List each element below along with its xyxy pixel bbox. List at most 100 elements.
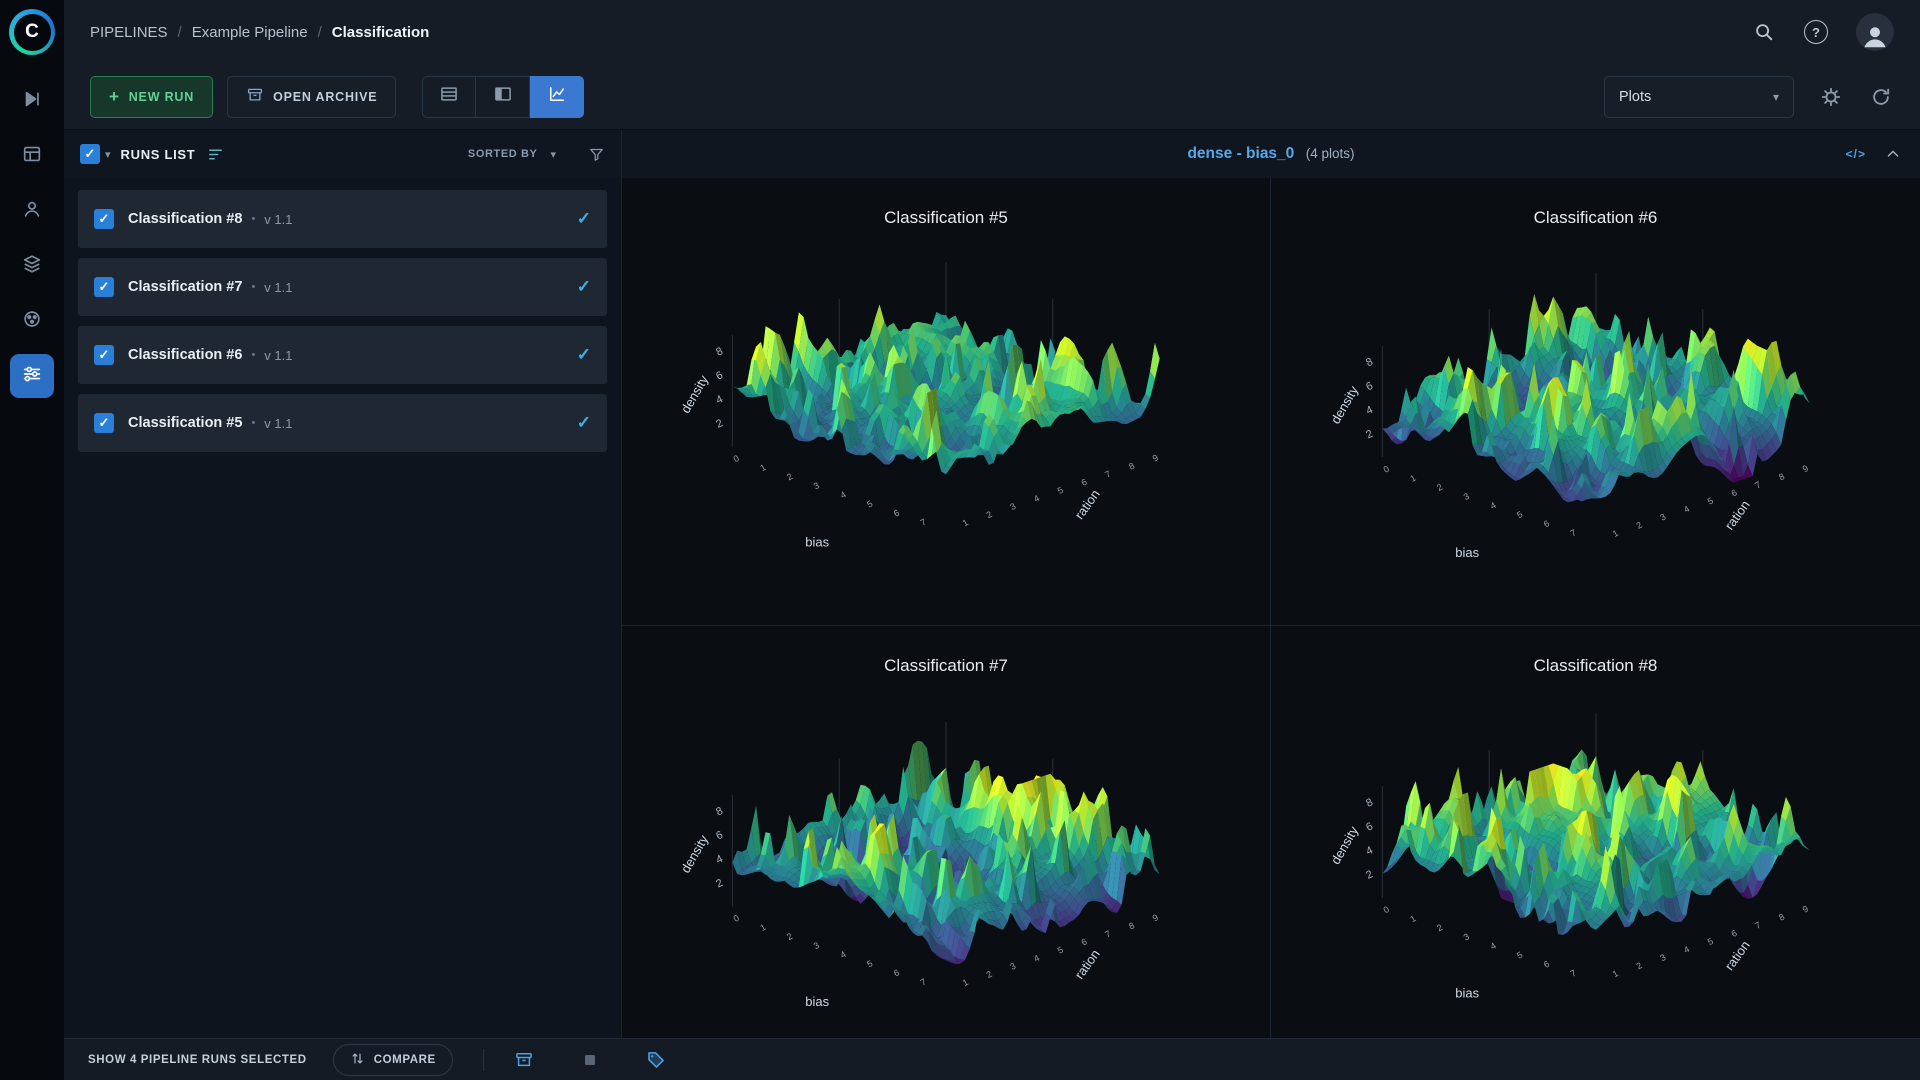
abort-icon[interactable] <box>580 1050 600 1070</box>
plot-title: Classification #5 <box>884 208 1008 228</box>
plot-cell: Classification #7 <box>622 626 1271 1038</box>
surface-plot-canvas[interactable] <box>1316 232 1876 604</box>
chart-view-icon <box>547 84 567 109</box>
run-row[interactable]: ✓ Classification #8 • v 1.1 ✓ <box>78 190 607 248</box>
chevron-up-icon[interactable] <box>1884 145 1902 163</box>
run-bullet: • <box>251 213 255 225</box>
footer-divider <box>483 1049 484 1071</box>
embed-code-icon[interactable]: </> <box>1846 147 1866 161</box>
compare-button[interactable]: COMPARE <box>333 1044 453 1076</box>
plot-cell: Classification #5 <box>622 178 1271 626</box>
run-row[interactable]: ✓ Classification #6 • v 1.1 ✓ <box>78 326 607 384</box>
pipelines-icon <box>21 363 43 390</box>
run-row[interactable]: ✓ Classification #5 • v 1.1 ✓ <box>78 394 607 452</box>
plots-group-header[interactable]: dense - bias_0 (4 plots) </> <box>622 130 1920 178</box>
run-row[interactable]: ✓ Classification #7 • v 1.1 ✓ <box>78 258 607 316</box>
runs-list: ✓ Classification #8 • v 1.1 ✓ ✓ Classifi… <box>64 178 621 464</box>
compare-label: COMPARE <box>374 1054 436 1066</box>
top-bar: PIPELINES / Example Pipeline / Classific… <box>64 0 1920 64</box>
surface-plot-canvas[interactable] <box>666 232 1226 604</box>
run-version: v 1.1 <box>264 280 292 295</box>
breadcrumb-pipelines[interactable]: PIPELINES <box>90 24 168 41</box>
runs-panel: ✓ ▾ RUNS LIST SORTED BY ▾ ✓ Classificati… <box>64 130 622 1038</box>
run-name: Classification #5 <box>128 415 242 431</box>
sidebar-item-reports[interactable] <box>10 134 54 178</box>
chart-view-button[interactable] <box>530 76 584 118</box>
plot-title: Classification #8 <box>1534 656 1658 676</box>
sort-icon[interactable] <box>207 146 224 163</box>
run-name: Classification #6 <box>128 347 242 363</box>
runs-header-right: SORTED BY ▾ <box>468 146 605 163</box>
projects-icon <box>21 88 43 115</box>
metric-view-select[interactable]: Plots ▾ <box>1604 76 1794 118</box>
run-checkbox[interactable]: ✓ <box>94 345 114 365</box>
chevron-down-icon: ▾ <box>1773 90 1779 104</box>
run-name: Classification #7 <box>128 279 242 295</box>
selection-status-text: SHOW 4 PIPELINE RUNS SELECTED <box>88 1054 307 1066</box>
plots-group-count: (4 plots) <box>1306 146 1355 161</box>
breadcrumb-project[interactable]: Example Pipeline <box>192 24 308 41</box>
sidebar: C <box>0 0 64 1080</box>
plots-group-title-wrap: dense - bias_0 (4 plots) <box>622 145 1920 163</box>
toolbar-right: Plots ▾ <box>1604 76 1894 118</box>
plus-icon: + <box>109 88 120 105</box>
main-content: ✓ ▾ RUNS LIST SORTED BY ▾ ✓ Classificati… <box>64 130 1920 1038</box>
archive-selected-icon[interactable] <box>514 1050 534 1070</box>
breadcrumb: PIPELINES / Example Pipeline / Classific… <box>90 24 429 41</box>
run-selected-check-icon: ✓ <box>577 209 591 229</box>
sorted-by-caret-icon[interactable]: ▾ <box>550 148 556 161</box>
breadcrumb-current: Classification <box>332 24 430 41</box>
compare-icon <box>350 1051 365 1069</box>
datasets-icon <box>21 253 43 280</box>
plot-cell: Classification #8 <box>1271 626 1920 1038</box>
run-version: v 1.1 <box>264 416 292 431</box>
avatar[interactable] <box>1856 13 1894 51</box>
archive-icon <box>246 86 264 107</box>
sorted-by-button[interactable]: SORTED BY <box>468 148 538 160</box>
surface-plot-canvas[interactable] <box>1316 680 1876 1038</box>
sidebar-item-workers[interactable] <box>10 189 54 233</box>
table-view-button[interactable] <box>422 76 476 118</box>
filter-icon[interactable] <box>588 146 605 163</box>
run-version: v 1.1 <box>264 348 292 363</box>
plot-cell: Classification #6 <box>1271 178 1920 626</box>
auto-refresh-icon[interactable] <box>1868 84 1894 110</box>
sidebar-item-models[interactable] <box>10 299 54 343</box>
runs-list-title: RUNS LIST <box>121 147 196 162</box>
run-selected-check-icon: ✓ <box>577 413 591 433</box>
plots-header-icons: </> <box>1846 145 1902 163</box>
breadcrumb-separator: / <box>178 24 182 41</box>
run-checkbox[interactable]: ✓ <box>94 209 114 229</box>
sidebar-item-datasets[interactable] <box>10 244 54 288</box>
app-logo[interactable]: C <box>9 9 55 55</box>
tag-icon[interactable] <box>646 1050 666 1070</box>
settings-gear-icon[interactable] <box>1818 84 1844 110</box>
new-run-button[interactable]: + NEW RUN <box>90 76 213 118</box>
run-checkbox[interactable]: ✓ <box>94 277 114 297</box>
sidebar-item-pipelines[interactable] <box>10 354 54 398</box>
view-toggle <box>422 76 584 118</box>
metric-view-value: Plots <box>1619 89 1651 105</box>
workers-icon <box>21 198 43 225</box>
run-selected-check-icon: ✓ <box>577 277 591 297</box>
surface-plot-canvas[interactable] <box>666 680 1226 1038</box>
plots-group-title: dense - bias_0 <box>1187 145 1294 162</box>
help-icon[interactable]: ? <box>1804 20 1828 44</box>
sidebar-item-projects[interactable] <box>10 79 54 123</box>
app-logo-letter: C <box>14 14 51 51</box>
split-view-button[interactable] <box>476 76 530 118</box>
open-archive-button[interactable]: OPEN ARCHIVE <box>227 76 396 118</box>
plots-grid: Classification #5 Classification #6 Clas… <box>622 178 1920 1038</box>
app-root: C PIPELINES / Example Pipeline / Classif… <box>0 0 1920 1080</box>
plot-title: Classification #6 <box>1534 208 1658 228</box>
run-checkbox[interactable]: ✓ <box>94 413 114 433</box>
reports-icon <box>21 143 43 170</box>
select-all-checkbox[interactable]: ✓ <box>80 144 100 164</box>
search-icon[interactable] <box>1752 20 1776 44</box>
open-archive-label: OPEN ARCHIVE <box>273 90 377 104</box>
run-bullet: • <box>251 349 255 361</box>
select-all-caret-icon[interactable]: ▾ <box>105 148 111 161</box>
run-version: v 1.1 <box>264 212 292 227</box>
breadcrumb-separator: / <box>318 24 322 41</box>
table-view-icon <box>439 84 459 109</box>
